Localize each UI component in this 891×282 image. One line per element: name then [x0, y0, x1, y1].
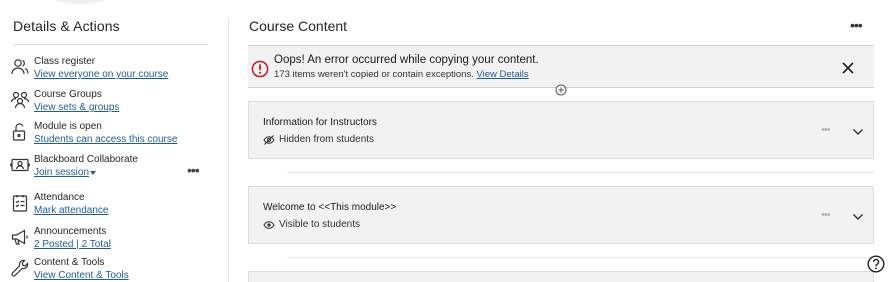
panel-separator [228, 18, 229, 282]
details-actions-panel: Details & Actions Class register View ev… [0, 0, 228, 282]
sidebar-item-announcements: Announcements 2 Posted | 2 Total [10, 226, 220, 256]
sidebar-item-label: Announcements [34, 226, 107, 237]
visibility-label: Visible to students [279, 219, 360, 230]
mark-attendance-link[interactable]: Mark attendance [34, 205, 109, 216]
sidebar-item-module-open: Module is open Students can access this … [10, 121, 220, 151]
course-content-more-button[interactable]: ••• [850, 17, 863, 33]
sidebar-item-label: Blackboard Collaborate [34, 154, 138, 165]
module-card[interactable] [248, 271, 874, 282]
close-icon[interactable] [841, 61, 855, 75]
divider [287, 172, 874, 173]
visibility-label: Hidden from students [279, 134, 375, 145]
panel-title: Details & Actions [13, 18, 120, 34]
sidebar-item-label: Class register [34, 56, 96, 67]
students-access-link[interactable]: Students can access this course [34, 134, 177, 145]
view-everyone-link[interactable]: View everyone on your course [34, 69, 168, 80]
sidebar-item-course-groups: Course Groups View sets & groups [10, 89, 220, 119]
sidebar-item-class-register: Class register View everyone on your cou… [10, 56, 220, 86]
error-icon [251, 60, 269, 78]
page-title: Course Content [249, 18, 348, 34]
sidebar-item-label: Content & Tools [34, 257, 105, 268]
sidebar-item-content-tools: Content & Tools View Content & Tools [10, 257, 220, 282]
sidebar-item-label: Course Groups [34, 89, 102, 100]
sidebar-item-attendance: Attendance Mark attendance [10, 192, 220, 222]
attendance-icon [10, 193, 30, 213]
announcements-link[interactable]: 2 Posted | 2 Total [34, 239, 111, 250]
unlock-icon [10, 122, 30, 142]
module-card[interactable]: Information for Instructors Hidden from … [248, 101, 874, 159]
divider [287, 257, 874, 258]
sidebar-item-label: Module is open [34, 121, 102, 132]
chevron-down-icon[interactable] [852, 210, 864, 222]
wrench-icon [10, 258, 30, 278]
help-icon[interactable] [867, 255, 885, 273]
alert-title: Oops! An error occurred while copying yo… [274, 54, 539, 66]
module-more-button[interactable]: ••• [821, 209, 831, 221]
module-title: Welcome to <<This module>> [263, 202, 397, 213]
eye-icon [263, 221, 275, 229]
collaborate-more-button[interactable]: ••• [187, 162, 200, 178]
alert-message-text: 173 items weren't copied or contain exce… [274, 69, 474, 80]
module-card[interactable]: Welcome to <<This module>> Visible to st… [248, 186, 874, 244]
view-details-link[interactable]: View Details [476, 69, 528, 80]
collaborate-icon [10, 155, 30, 175]
view-content-tools-link[interactable]: View Content & Tools [34, 270, 129, 281]
join-session-link[interactable]: Join session [34, 167, 89, 178]
add-content-icon[interactable] [555, 83, 567, 96]
panel-divider [13, 44, 208, 45]
sidebar-item-label: Attendance [34, 192, 85, 203]
groups-icon [10, 90, 30, 110]
module-title: Information for Instructors [263, 117, 377, 128]
megaphone-icon [10, 227, 30, 247]
eye-slash-icon [263, 135, 275, 145]
chevron-down-icon[interactable] [852, 125, 864, 137]
module-more-button[interactable]: ••• [821, 124, 831, 136]
chevron-down-icon[interactable] [90, 171, 96, 175]
error-alert: Oops! An error occurred while copying yo… [248, 45, 874, 88]
users-icon [10, 57, 30, 77]
alert-message: 173 items weren't copied or contain exce… [274, 69, 529, 80]
view-groups-link[interactable]: View sets & groups [34, 102, 119, 113]
